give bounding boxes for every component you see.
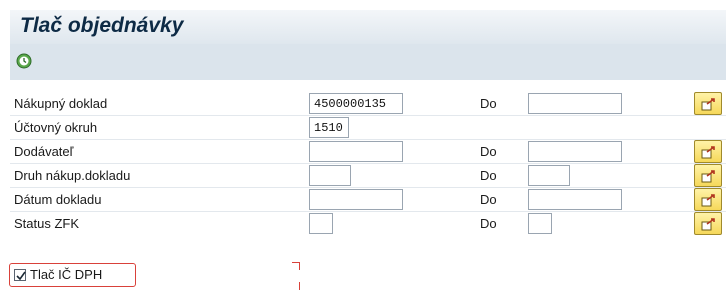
multiple-selection-icon <box>701 194 715 207</box>
title-bar: Tlač objednávky <box>10 10 726 44</box>
row-uctovny-okruh: Účtovný okruh <box>0 116 726 140</box>
page-title: Tlač objednávky <box>20 14 184 37</box>
multiple-selection-icon <box>701 218 715 231</box>
label-nakupny-doklad: Nákupný doklad <box>14 96 108 111</box>
multiple-selection-button[interactable] <box>694 164 722 187</box>
row-datum-dokladu: Dátum dokladu Do <box>0 188 726 212</box>
label-datum-dokladu: Dátum dokladu <box>14 192 102 207</box>
annotation-corner-mark <box>292 262 300 270</box>
row-status-zfk: Status ZFK Do <box>0 212 726 236</box>
label-druh-nakup-dokladu: Druh nákup.dokladu <box>14 168 131 183</box>
row-nakupny-doklad: Nákupný doklad Do <box>0 92 726 116</box>
multiple-selection-button[interactable] <box>694 140 722 163</box>
label-do: Do <box>480 96 497 111</box>
label-do: Do <box>480 144 497 159</box>
multiple-selection-button[interactable] <box>694 212 722 235</box>
toolbar <box>10 44 726 80</box>
druh-nakup-dokladu-from-input[interactable] <box>309 165 351 186</box>
tlac-ic-dph-checkbox[interactable] <box>14 269 26 281</box>
tlac-ic-dph-highlight: Tlač IČ DPH <box>9 263 136 287</box>
multiple-selection-icon <box>701 170 715 183</box>
label-do: Do <box>480 216 497 231</box>
label-do: Do <box>480 168 497 183</box>
nakupny-doklad-from-input[interactable] <box>309 93 403 114</box>
status-zfk-from-input[interactable] <box>309 213 333 234</box>
row-dodavatel: Dodávateľ Do <box>0 140 726 164</box>
tlac-ic-dph-label: Tlač IČ DPH <box>30 267 103 282</box>
label-dodavatel: Dodávateľ <box>14 144 74 159</box>
multiple-selection-button[interactable] <box>694 188 722 211</box>
label-do: Do <box>480 192 497 207</box>
datum-dokladu-to-input[interactable] <box>528 189 622 210</box>
nakupny-doklad-to-input[interactable] <box>528 93 622 114</box>
row-druh-nakup-dokladu: Druh nákup.dokladu Do <box>0 164 726 188</box>
uctovny-okruh-input[interactable] <box>309 117 349 138</box>
annotation-corner-mark <box>298 282 300 290</box>
status-zfk-to-input[interactable] <box>528 213 552 234</box>
dodavatel-from-input[interactable] <box>309 141 403 162</box>
datum-dokladu-from-input[interactable] <box>309 189 403 210</box>
druh-nakup-dokladu-to-input[interactable] <box>528 165 570 186</box>
multiple-selection-icon <box>701 98 715 111</box>
dodavatel-to-input[interactable] <box>528 141 622 162</box>
multiple-selection-icon <box>701 146 715 159</box>
label-uctovny-okruh: Účtovný okruh <box>14 120 98 135</box>
multiple-selection-button[interactable] <box>694 92 722 115</box>
execute-clock-icon[interactable] <box>15 52 33 70</box>
checkmark-icon <box>16 271 26 281</box>
label-status-zfk: Status ZFK <box>14 216 80 231</box>
